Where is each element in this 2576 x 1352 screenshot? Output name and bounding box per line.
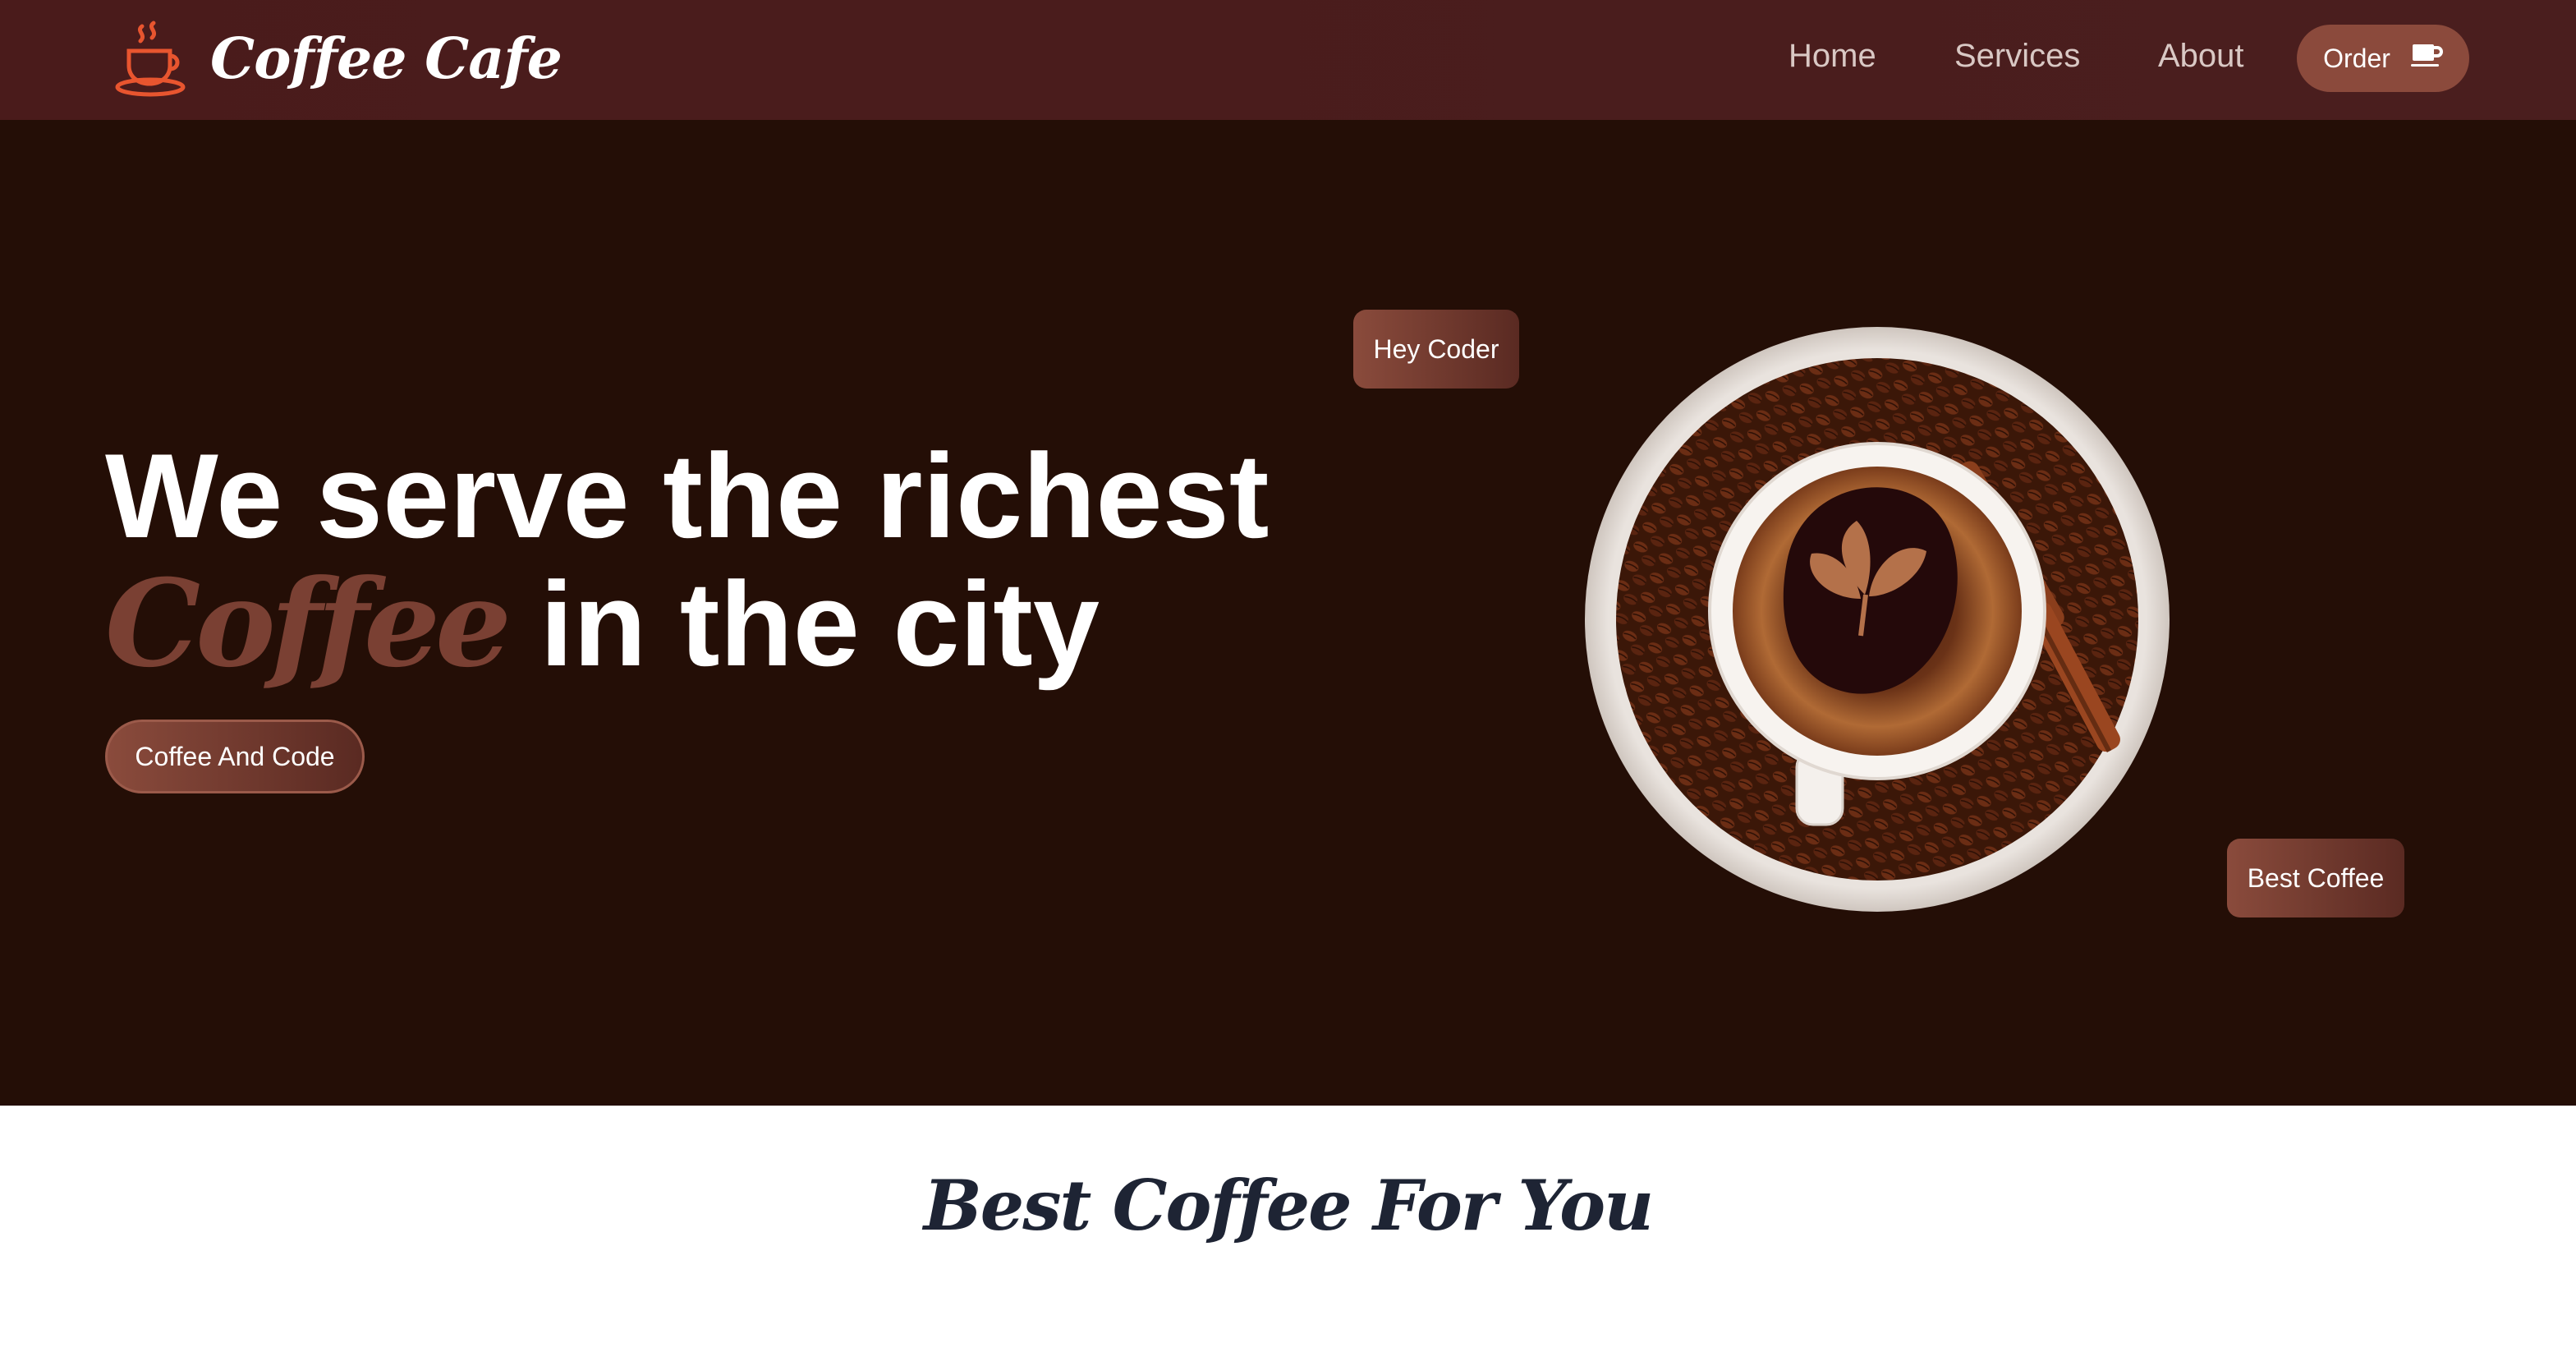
nav-link-home[interactable]: Home [1789,38,1876,75]
brand-name: Coffee Cafe [210,26,562,92]
coffee-and-code-button[interactable]: Coffee And Code [105,720,365,793]
headline-line-2-rest: in the city [506,557,1100,691]
hero-headline: We serve the richest Coffee in the city [105,432,1269,688]
section-title: Best Coffee For You [923,1165,1654,1246]
brand-logo[interactable]: Coffee Cafe [112,18,562,100]
order-button[interactable]: Order [2297,25,2469,92]
order-button-label: Order [2323,43,2390,73]
nav-link-about[interactable]: About [2158,38,2244,75]
nav-link-services[interactable]: Services [1954,38,2080,75]
navbar: Coffee Cafe Home Services About Order [0,0,2576,120]
coffee-mug-icon [2410,42,2443,75]
hero-section: We serve the richest Coffee in the city … [0,120,2576,1106]
best-coffee-tag: Best Coffee [2227,839,2404,917]
headline-line-1: We serve the richest [105,429,1270,563]
hey-coder-tag: Hey Coder [1353,310,1519,389]
coffee-cup-icon [112,19,192,99]
headline-highlight: Coffee [105,554,512,694]
headline-line-2: Coffee in the city [105,560,1269,688]
coffee-cup-image [1582,324,2173,915]
